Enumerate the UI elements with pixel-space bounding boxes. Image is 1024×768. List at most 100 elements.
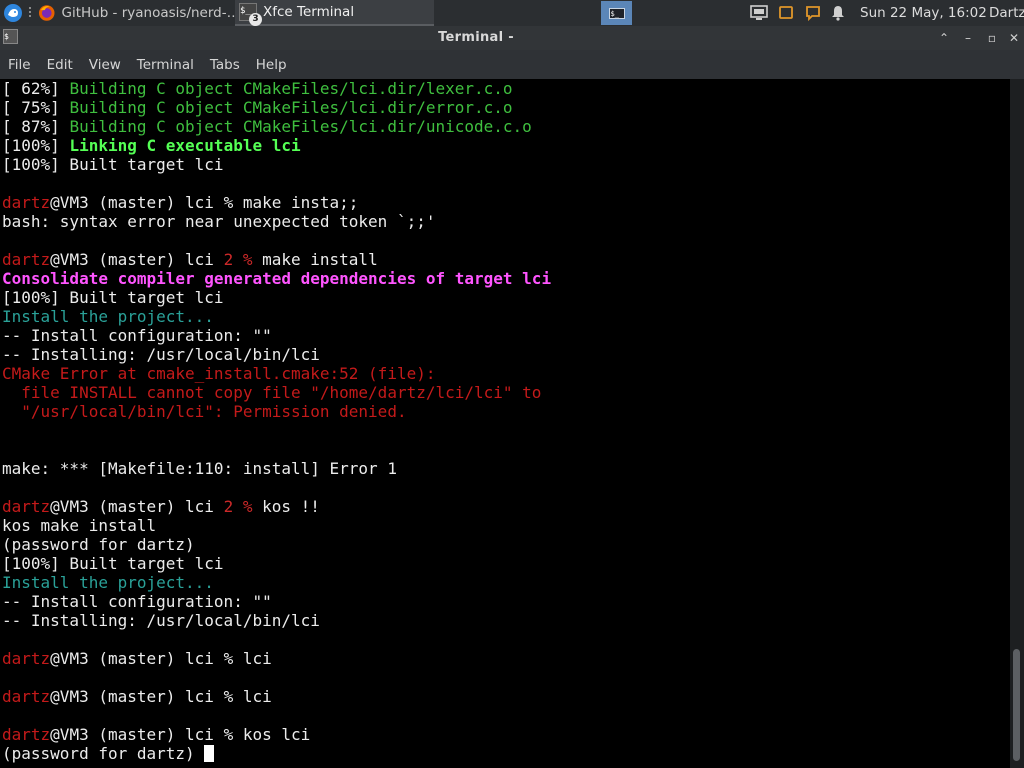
menu-tabs[interactable]: Tabs [210,57,240,73]
terminal-text: kos make install [2,516,157,535]
terminal-text: kos !! [252,497,320,516]
terminal-text: dartz [2,193,51,212]
terminal-text: 2 % [223,250,253,269]
terminal-line: -- Installing: /usr/local/bin/lci [2,345,551,364]
terminal-line: bash: syntax error near unexpected token… [2,212,551,231]
terminal-line: "/usr/local/bin/lci": Permission denied. [2,402,551,421]
terminal-line: file INSTALL cannot copy file "/home/dar… [2,383,551,402]
terminal-line: make: *** [Makefile:110: install] Error … [2,459,551,478]
terminal-text: [100%] [2,136,70,155]
terminal-text: @VM3 (master) lci % kos lci [50,725,311,744]
terminal-line: Consolidate compiler generated dependenc… [2,269,551,288]
menu-help[interactable]: Help [256,57,287,73]
display-icon[interactable] [749,4,769,22]
terminal-text: [ 75%] [2,98,70,117]
panel-clock[interactable]: Sun 22 May, 16:02 [860,0,987,26]
terminal-text: bash: syntax error near unexpected token… [2,212,436,231]
terminal-text: [ 62%] [2,79,70,98]
terminal-text: Linking C executable lci [69,136,301,155]
taskbar-item-firefox[interactable]: GitHub - ryanoasis/nerd-… [35,0,235,26]
window-titlebar[interactable]: $ Terminal - ⌃ – ▫ ✕ [0,26,1024,50]
terminal-line: (password for dartz) [2,744,551,763]
terminal-text: -- Install configuration: "" [2,326,272,345]
terminal-text: dartz [2,687,51,706]
close-button-icon[interactable]: ✕ [1006,30,1022,46]
menu-terminal[interactable]: Terminal [137,57,194,73]
terminal-text: @VM3 (master) lci [50,497,224,516]
terminal-text: dartz [2,497,51,516]
terminal-scrollbar[interactable] [1010,79,1024,768]
scrollbar-thumb[interactable] [1013,649,1020,761]
maximize-button-icon[interactable]: ▫ [984,30,1000,46]
terminal-text: CMake Error at cmake_install.cmake:52 (f… [2,364,436,383]
terminal-line: Install the project... [2,307,551,326]
user-menu[interactable]: Dartz [989,0,1024,26]
terminal-text: [ 87%] [2,117,70,136]
terminal-cursor [204,745,215,762]
terminal-text: @VM3 (master) lci % lci [50,687,272,706]
top-panel: GitHub - ryanoasis/nerd-… $_ 3 Xfce Termi… [0,0,1024,26]
terminal-line: dartz@VM3 (master) lci 2 % make install [2,250,551,269]
terminal-line: -- Install configuration: "" [2,592,551,611]
terminal-line: dartz@VM3 (master) lci % lci [2,687,551,706]
terminal-text: @VM3 (master) lci [50,250,224,269]
terminal-line: [ 87%] Building C object CMakeFiles/lci.… [2,117,551,136]
terminal-line: [100%] Linking C executable lci [2,136,551,155]
terminal-text: dartz [2,649,51,668]
clipboard-icon[interactable] [777,4,795,22]
terminal-text: [100%] Built target lci [2,554,224,573]
notification-bell-icon[interactable] [829,4,847,22]
terminal-text: Consolidate compiler generated dependenc… [2,269,552,288]
terminal-line: kos make install [2,516,551,535]
workspace-switcher[interactable]: $_ [601,1,632,25]
terminal-text: Install the project... [2,573,214,592]
terminal-text: Building C object CMakeFiles/lci.dir/uni… [69,117,532,136]
chat-icon[interactable] [804,4,822,22]
terminal-area[interactable]: [ 62%] Building C object CMakeFiles/lci.… [0,79,1010,768]
terminal-line: (password for dartz) [2,535,551,554]
shade-button-icon[interactable]: ⌃ [936,30,952,46]
workspace-terminal-icon: $_ [608,7,625,19]
terminal-text: "/usr/local/bin/lci": Permission denied. [2,402,407,421]
firefox-icon [38,5,55,21]
terminal-line: [100%] Built target lci [2,288,551,307]
terminal-text: (password for dartz) [2,535,195,554]
terminal-text: dartz [2,250,51,269]
taskbar-item-label: GitHub - ryanoasis/nerd-… [61,5,235,21]
whisker-menu-icon[interactable] [3,3,23,23]
terminal-text: -- Installing: /usr/local/bin/lci [2,345,320,364]
terminal-line: [ 62%] Building C object CMakeFiles/lci.… [2,79,551,98]
menu-view[interactable]: View [89,57,121,73]
terminal-text: file INSTALL cannot copy file "/home/dar… [2,383,542,402]
terminal-line: [ 75%] Building C object CMakeFiles/lci.… [2,98,551,117]
terminal-text: -- Install configuration: "" [2,592,272,611]
terminal-text: dartz [2,725,51,744]
terminal-line: dartz@VM3 (master) lci % lci [2,649,551,668]
menubar: File Edit View Terminal Tabs Help [0,50,1024,79]
taskbar-item-label: Xfce Terminal [263,4,355,20]
taskbar-item-terminal[interactable]: $_ 3 Xfce Terminal [235,0,434,26]
terminal-text: Building C object CMakeFiles/lci.dir/err… [69,98,513,117]
terminal-line: dartz@VM3 (master) lci % make insta;; [2,193,551,212]
minimize-button-icon[interactable]: – [960,30,976,46]
terminal-text: Building C object CMakeFiles/lci.dir/lex… [69,79,513,98]
menu-file[interactable]: File [8,57,31,73]
menu-edit[interactable]: Edit [47,57,73,73]
window-title: Terminal - [438,30,514,45]
panel-separator [28,5,32,21]
terminal-line: dartz@VM3 (master) lci 2 % kos !! [2,497,551,516]
terminal-line: -- Install configuration: "" [2,326,551,345]
terminal-text: (password for dartz) [2,744,205,763]
terminal-text: @VM3 (master) lci % make insta;; [50,193,359,212]
terminal-line: [100%] Built target lci [2,554,551,573]
terminal-text: -- Installing: /usr/local/bin/lci [2,611,320,630]
terminal-line: CMake Error at cmake_install.cmake:52 (f… [2,364,551,383]
terminal-line: dartz@VM3 (master) lci % kos lci [2,725,551,744]
